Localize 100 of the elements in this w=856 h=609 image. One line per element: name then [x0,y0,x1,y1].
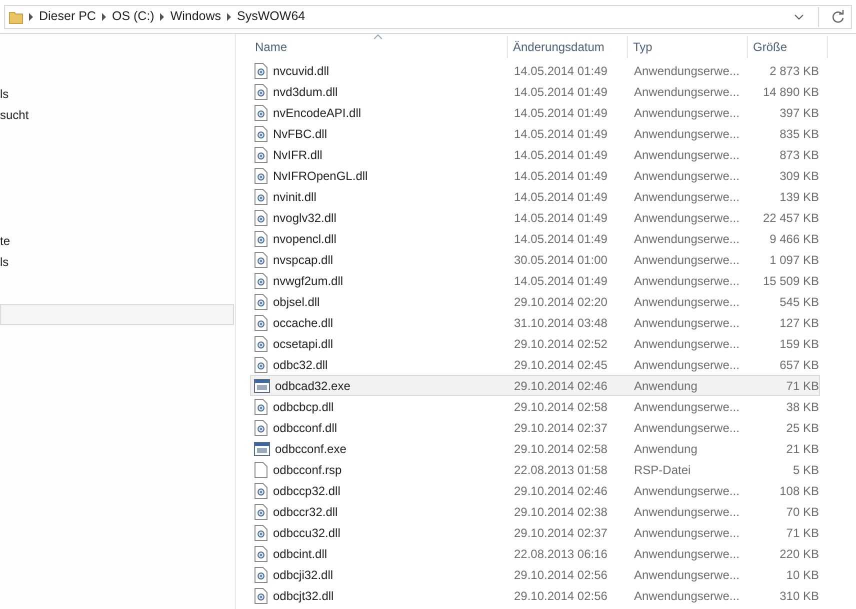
modified-date: 22.08.2013 01:58 [513,462,608,478]
file-type: Anwendungserwe... [633,272,740,290]
modified-date: 14.05.2014 01:49 [513,230,608,248]
file-row[interactable]: odbcji32.dll 29.10.2014 02:56 Anwendungserwe... 10 KB [250,564,820,585]
modified-date: 14.05.2014 01:49 [513,62,608,80]
gear-document-icon [254,210,268,226]
file-type: Anwendungserwe... [633,168,740,184]
file-row[interactable]: odbc32.dll 29.10.2014 02:45 Anwendungserwe... 657 KB [250,354,820,375]
modified-date: 14.05.2014 01:49 [513,126,608,142]
file-type: Anwendungserwe... [633,230,740,248]
file-name: occache.dll [273,314,334,332]
file-size: 21 KB [785,440,819,458]
breadcrumb-item[interactable]: Dieser PC [39,7,96,26]
file-name: objsel.dll [273,294,320,310]
column-header[interactable]: Name [250,36,508,58]
file-size: 14 890 KB [762,84,819,100]
file-type: Anwendung [633,440,698,458]
column-header[interactable]: Größe [748,36,828,58]
gear-document-icon [254,356,268,372]
file-name: nvopencl.dll [273,230,336,248]
file-size: 309 KB [778,168,819,184]
file-name: odbcjt32.dll [273,588,334,604]
modified-date: 29.10.2014 02:45 [513,356,608,374]
file-row[interactable]: nvEncodeAPI.dll 14.05.2014 01:49 Anwendungserwe... 397 KB [250,102,820,123]
file-row[interactable]: nvinit.dll 14.05.2014 01:49 Anwendungserwe... 139 KB [250,186,820,207]
file-row[interactable]: odbcconf.dll 29.10.2014 02:37 Anwendungserwe... 25 KB [250,417,820,438]
file-type: Anwendungserwe... [633,588,740,604]
gear-document-icon [254,398,268,414]
file-row[interactable]: nvoglv32.dll 14.05.2014 01:49 Anwendungserwe... 22 457 KB [250,207,820,228]
file-type: Anwendungserwe... [633,398,740,416]
file-size: 10 KB [785,566,819,584]
modified-date: 31.10.2014 03:48 [513,314,608,332]
file-type: Anwendungserwe... [633,252,740,268]
modified-date: 29.10.2014 02:58 [513,440,608,458]
file-type: Anwendungserwe... [633,210,740,226]
file-size: 71 KB [785,378,819,394]
file-row[interactable]: objsel.dll 29.10.2014 02:20 Anwendungserwe... 545 KB [250,291,820,312]
gear-document-icon [254,230,268,246]
file-size: 1 097 KB [768,252,819,268]
file-row[interactable]: odbcint.dll 22.08.2013 06:16 Anwendungserwe... 220 KB [250,543,820,564]
file-name: nvinit.dll [273,188,316,206]
sort-up-icon [374,34,382,39]
modified-date: 22.08.2013 06:16 [513,546,608,562]
file-row[interactable]: nvcuvid.dll 14.05.2014 01:49 Anwendungserwe... 2 873 KB [250,60,820,81]
file-type: Anwendungserwe... [633,356,740,374]
nav-item[interactable]: te [0,232,10,250]
file-row[interactable]: NvIFROpenGL.dll 14.05.2014 01:49 Anwendungserwe... 309 KB [250,165,820,186]
file-row[interactable]: odbccp32.dll 29.10.2014 02:46 Anwendungserwe... 108 KB [250,480,820,501]
file-row[interactable]: NvFBC.dll 14.05.2014 01:49 Anwendungserwe... 835 KB [250,123,820,144]
nav-item[interactable]: ls [0,252,9,270]
file-type: Anwendungserwe... [633,420,740,436]
chevron-right-icon [160,12,164,20]
file-type: Anwendungserwe... [633,188,740,206]
gear-document-icon [254,588,268,604]
gear-document-icon [254,546,268,562]
file-name: odbcconf.exe [275,440,346,458]
file-row[interactable]: nvwgf2um.dll 14.05.2014 01:49 Anwendungserwe... 15 509 KB [250,270,820,291]
dropdown-chevron-icon[interactable] [794,12,804,20]
file-row[interactable]: ocsetapi.dll 29.10.2014 02:52 Anwendungserwe... 159 KB [250,333,820,354]
file-name: odbcji32.dll [273,566,334,584]
file-row[interactable]: odbcconf.exe 29.10.2014 02:58 Anwendung 21 KB [250,438,820,459]
file-row[interactable]: odbcad32.exe 29.10.2014 02:46 Anwendung 71 KB [250,375,820,396]
file-row[interactable]: NvIFR.dll 14.05.2014 01:49 Anwendungserwe... 873 KB [250,144,820,165]
file-name: NvFBC.dll [273,126,328,142]
breadcrumb-item[interactable]: OS (C:) [112,7,154,26]
file-row[interactable]: odbcconf.rsp 22.08.2013 01:58 RSP-Datei 5 KB [250,459,820,480]
address-field[interactable]: Dieser PC OS (C:) Windows SysWOW64 [4,4,852,28]
file-row[interactable]: nvspcap.dll 30.05.2014 01:00 Anwendungserwe... 1 097 KB [250,249,820,270]
file-type: Anwendungserwe... [633,126,740,142]
file-type: RSP-Datei [633,462,692,478]
file-type: Anwendungserwe... [633,146,740,164]
modified-date: 14.05.2014 01:49 [513,272,608,290]
file-row[interactable]: nvopencl.dll 14.05.2014 01:49 Anwendungserwe... 9 466 KB [250,228,820,249]
refresh-icon[interactable] [831,10,845,24]
file-type: Anwendungserwe... [633,62,740,80]
file-type: Anwendungserwe... [633,546,740,562]
file-row[interactable]: nvd3dum.dll 14.05.2014 01:49 Anwendungserwe... 14 890 KB [250,81,820,102]
file-name: ocsetapi.dll [273,336,334,352]
gear-document-icon [254,126,268,142]
blank-document-icon [254,462,268,478]
gear-document-icon [254,272,268,288]
breadcrumb-item[interactable]: Windows [170,7,222,26]
folder-icon [9,10,23,24]
file-row[interactable]: odbccu32.dll 29.10.2014 02:37 Anwendungserwe... 71 KB [250,522,820,543]
gear-document-icon [254,188,268,204]
file-size: 108 KB [778,482,819,500]
modified-date: 29.10.2014 02:37 [513,524,608,542]
file-name: NvIFR.dll [273,146,322,164]
file-row[interactable]: occache.dll 31.10.2014 03:48 Anwendungserwe... 127 KB [250,312,820,333]
file-row[interactable]: odbccr32.dll 29.10.2014 02:38 Anwendungserwe... 70 KB [250,501,820,522]
file-row[interactable]: odbcjt32.dll 29.10.2014 02:56 Anwendungserwe... 310 KB [250,585,820,606]
file-type: Anwendung [633,378,698,394]
file-row[interactable]: odbcbcp.dll 29.10.2014 02:58 Anwendungserwe... 38 KB [250,396,820,417]
breadcrumb-item[interactable]: SysWOW64 [237,7,306,26]
file-name: nvd3dum.dll [273,84,338,100]
nav-item[interactable]: sucht [0,106,29,124]
gear-document-icon [254,62,268,78]
column-header[interactable]: Typ [628,36,748,58]
nav-item[interactable]: ls [0,84,9,102]
column-header[interactable]: Änderungsdatum [508,36,628,58]
